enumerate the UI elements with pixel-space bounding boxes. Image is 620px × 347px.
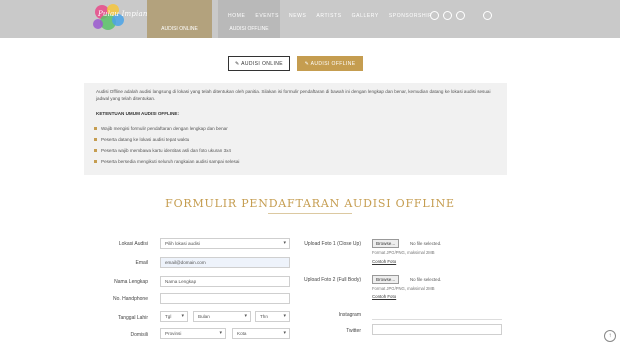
nav-gallery[interactable]: GALLERY — [352, 13, 379, 19]
bullet-icon — [94, 138, 97, 141]
tgl-month-select[interactable]: Bulan — [193, 311, 251, 322]
label-instagram: Instagram — [338, 312, 361, 318]
info-intro: Audisi Offline adalah audisi langsung di… — [96, 89, 491, 101]
email-field[interactable]: email@domain.com — [160, 257, 290, 268]
logo-text: Pulau Impian — [98, 10, 148, 18]
browse-button-1[interactable]: Browse... — [372, 239, 400, 248]
label-telp: No. Handphone — [112, 296, 148, 302]
twitter-icon[interactable] — [456, 11, 465, 20]
file-status-2: No file selected. — [410, 277, 442, 282]
nav-events[interactable]: EVENTS — [255, 13, 279, 19]
label-twitter: Twitter — [346, 328, 361, 334]
label-email: Email — [135, 260, 148, 266]
site-header: Pulau Impian AUDISI ONLINE AUDISI OFFLIN… — [0, 0, 620, 38]
rules-list: Wajib mengisi formulir pendaftaran denga… — [94, 123, 494, 167]
nav-news[interactable]: NEWS — [289, 13, 306, 19]
nama-field[interactable]: Nama Lengkap — [160, 276, 290, 287]
nav-home[interactable]: HOME — [228, 13, 245, 19]
info-heading: KETENTUAN UMUM AUDISI OFFLINE: — [96, 111, 180, 116]
title-divider — [268, 213, 352, 214]
nav-sponsorship[interactable]: SPONSORSHIP — [389, 13, 432, 19]
nav-artists[interactable]: ARTISTS — [316, 13, 341, 19]
telp-field[interactable] — [160, 293, 290, 304]
domisili-kota-select[interactable]: Kota — [232, 328, 290, 339]
bullet-icon — [94, 127, 97, 130]
audisi-online-button[interactable]: ✎ AUDISI ONLINE — [228, 56, 290, 71]
label-nama: Nama Lengkap — [114, 279, 148, 285]
label-lokasi: Lokasi Audisi — [118, 241, 148, 247]
form-title: FORMULIR PENDAFTARAN AUDISI OFFLINE — [165, 197, 455, 210]
browse-button-2[interactable]: Browse... — [372, 275, 400, 284]
audisi-offline-button[interactable]: ✎ AUDISI OFFLINE — [297, 56, 363, 71]
main-nav: HOME EVENTS NEWS ARTISTS GALLERY SPONSOR… — [228, 13, 442, 19]
scroll-top-button[interactable]: ↑ — [604, 330, 616, 342]
file-status-1: No file selected. — [410, 241, 442, 246]
label-foto-1: Upload Foto 1 (Close Up) — [304, 241, 361, 247]
info-panel: Audisi Offline adalah audisi langsung di… — [84, 83, 507, 175]
file-hint-2: Format JPG/PNG, maksimal 2MB — [372, 286, 435, 291]
instagram-field[interactable] — [372, 319, 502, 320]
tgl-day-select[interactable]: Tgl — [160, 311, 188, 322]
contoh-foto-link-1[interactable]: Contoh Foto — [372, 259, 396, 264]
bullet-icon — [94, 160, 97, 163]
youtube-icon[interactable] — [483, 11, 492, 20]
bullet-icon — [94, 149, 97, 152]
list-item: Peserta datang ke lokasi audisi tepat wa… — [94, 134, 494, 145]
facebook-icon[interactable] — [443, 11, 452, 20]
logo-icon[interactable] — [86, 0, 136, 38]
twitter-field[interactable] — [372, 324, 502, 335]
domisili-provinsi-select[interactable]: Provinsi — [160, 328, 226, 339]
file-hint-1: Format JPG/PNG, maksimal 2MB — [372, 250, 435, 255]
tgl-year-select[interactable]: Thn — [255, 311, 290, 322]
tab-audisi-online[interactable]: AUDISI ONLINE — [147, 0, 212, 38]
contoh-foto-link-2[interactable]: Contoh Foto — [372, 294, 396, 299]
lokasi-select[interactable]: Pilih lokasi audisi — [160, 238, 290, 249]
list-item: Wajib mengisi formulir pendaftaran denga… — [94, 123, 494, 134]
label-tgl-lahir: Tanggal Lahir — [117, 315, 148, 321]
label-foto-2: Upload Foto 2 (Full Body) — [304, 277, 361, 283]
instagram-icon[interactable] — [430, 11, 439, 20]
tab-audisi-offline[interactable]: AUDISI OFFLINE — [218, 0, 280, 38]
list-item: Peserta wajib membawa kartu identitas as… — [94, 145, 494, 156]
label-domisili: Domisili — [130, 332, 149, 338]
list-item: Peserta bersedia mengikuti seluruh rangk… — [94, 156, 494, 167]
